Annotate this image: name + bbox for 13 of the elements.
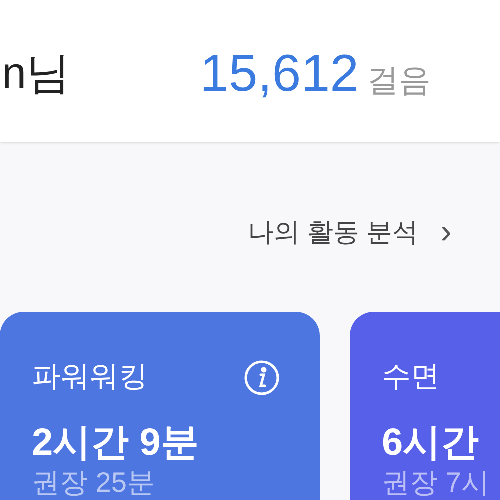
activity-analysis-link[interactable]: 나의 활동 분석 ›: [248, 210, 452, 254]
card-value: 2시간 9분: [32, 421, 200, 466]
activity-card[interactable]: 수면 6시간 권장 7시: [350, 312, 500, 500]
user-name: n님: [1, 48, 72, 100]
step-unit: 걸음: [367, 61, 432, 100]
step-count: 15,612: [200, 44, 360, 105]
info-icon[interactable]: [244, 360, 280, 396]
card-value: 6시간: [382, 421, 480, 466]
card-title: 수면: [382, 360, 440, 396]
card-title: 파워워킹: [32, 360, 148, 396]
recommended-text: 권장 25분: [32, 466, 156, 500]
activity-card[interactable]: 파워워킹 2시간 9분 권장 25분: [0, 312, 320, 500]
recommended-text: 권장 7시: [382, 466, 490, 500]
